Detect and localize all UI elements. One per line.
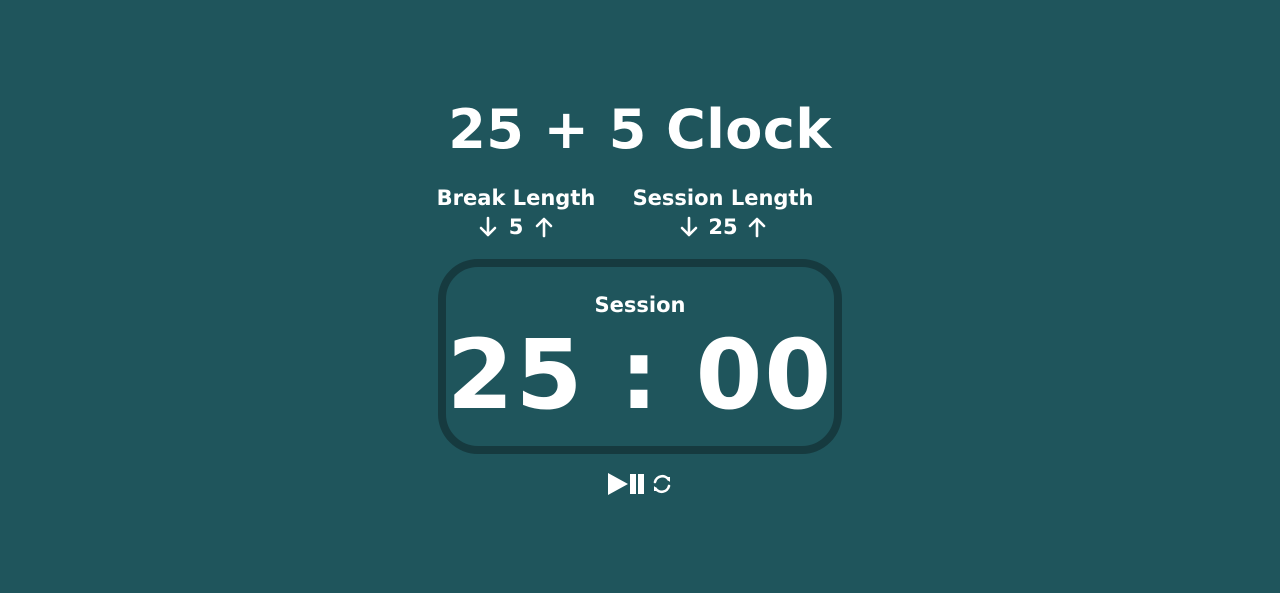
- break-decrement-button[interactable]: [477, 215, 499, 239]
- break-length-row: 5: [436, 213, 596, 241]
- timer-display: Session 25 : 00: [438, 259, 842, 454]
- reset-button[interactable]: [651, 473, 673, 495]
- arrow-down-icon: [681, 216, 698, 237]
- timer-label: Session: [594, 293, 686, 317]
- session-length-row: 25: [630, 213, 816, 241]
- session-decrement-button[interactable]: [678, 215, 700, 239]
- break-increment-button[interactable]: [533, 215, 555, 239]
- refresh-icon: [653, 474, 671, 494]
- timer-controls: [0, 472, 1280, 496]
- play-pause-button[interactable]: [607, 472, 647, 496]
- arrow-up-icon: [535, 217, 553, 238]
- break-label: Break Length: [436, 186, 596, 210]
- play-pause-icon: [608, 473, 644, 495]
- arrow-up-icon: [748, 217, 765, 238]
- time-left: 25 : 00: [446, 319, 834, 431]
- page-title: 25 + 5 Clock: [448, 98, 832, 161]
- session-length-control: Session Length 25: [630, 184, 816, 241]
- session-label: Session Length: [632, 186, 814, 210]
- clock-app: 25 + 5 Clock Break Length 5 Session Leng…: [0, 0, 1280, 593]
- session-length-value: 25: [708, 215, 738, 239]
- break-length-control: Break Length 5: [436, 184, 596, 241]
- break-length-value: 5: [508, 215, 524, 239]
- arrow-down-icon: [479, 216, 497, 237]
- session-increment-button[interactable]: [746, 215, 768, 239]
